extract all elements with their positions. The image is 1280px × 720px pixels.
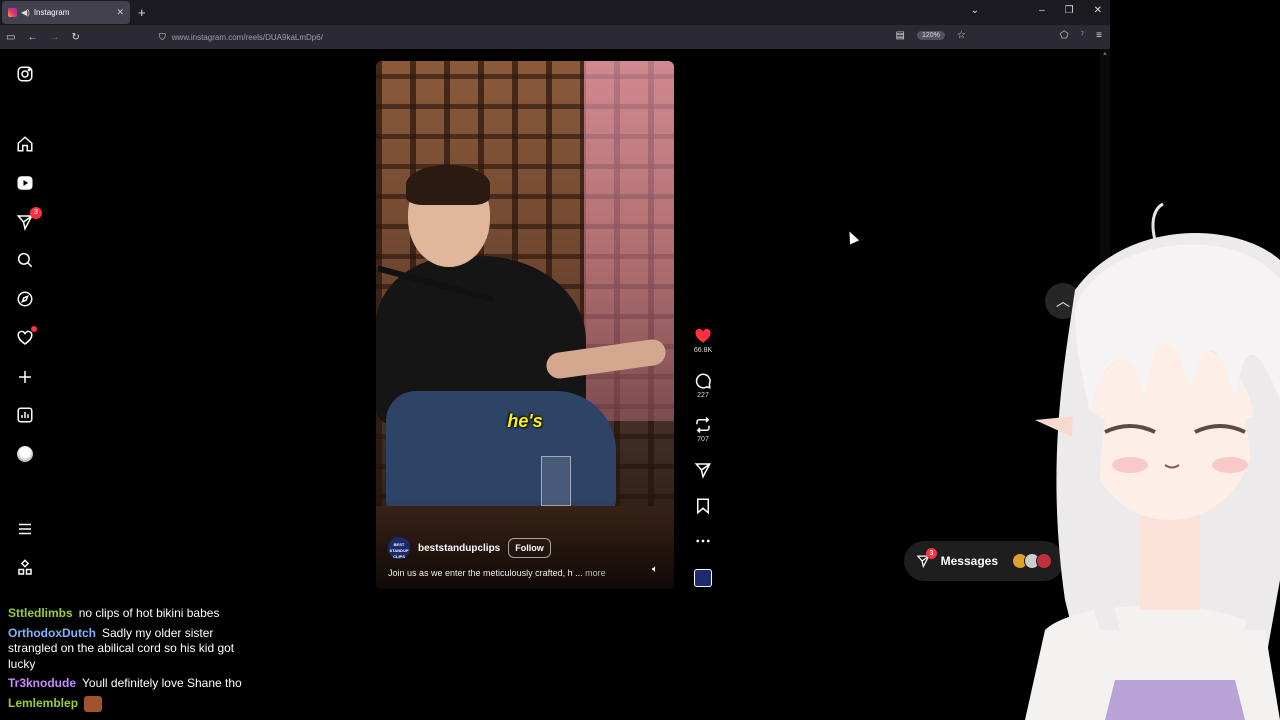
new-tab-button[interactable]: + — [138, 5, 146, 20]
video-person-jeans — [386, 391, 616, 511]
tab-list-icon[interactable]: ⌄ — [971, 5, 979, 16]
chat-emote — [84, 695, 103, 712]
search-icon[interactable] — [16, 251, 34, 269]
create-icon[interactable] — [16, 368, 34, 386]
heart-icon[interactable] — [694, 327, 712, 345]
chat-message: Lemlemblep — [8, 695, 248, 712]
account-avatar[interactable]: BEST STANDUP CLIPS — [388, 537, 410, 559]
tab-instagram[interactable]: ◀) Instagram ✕ — [2, 1, 130, 24]
save-action[interactable] — [690, 497, 716, 515]
chat-text: Youll definitely love Shane tho — [82, 676, 242, 690]
notifications-badge: 3 — [30, 207, 42, 219]
nav-right-tools: ▤ 120% ☆ ⬠ ⁷ ≡ — [896, 30, 1103, 41]
description-text: Join us as we enter the meticulously cra… — [388, 568, 583, 578]
reader-view-icon[interactable]: ▤ — [896, 30, 905, 41]
back-button[interactable]: ← — [27, 32, 37, 43]
reel-account: BEST STANDUP CLIPS beststandupclips Foll… — [388, 537, 551, 559]
messages-label: Messages — [940, 554, 998, 568]
repost-action[interactable]: 707 — [690, 416, 716, 443]
share-action[interactable] — [690, 461, 716, 479]
comment-count: 227 — [697, 392, 709, 399]
forward-button[interactable]: → — [49, 32, 59, 43]
tab-bar: ◀) Instagram ✕ + ⌄ – ❐ ✕ — [0, 0, 1110, 25]
direct-messages-icon[interactable]: 3 — [16, 207, 42, 231]
stream-frame: ◀) Instagram ✕ + ⌄ – ❐ ✕ ▭ ← → ↻ ⛉ www.i… — [0, 0, 1280, 720]
heart-activity-icon[interactable] — [16, 326, 37, 347]
reel-description: Join us as we enter the meticulously cra… — [388, 568, 606, 578]
like-count: 66.8K — [693, 347, 713, 354]
address-bar[interactable]: ⛉ www.instagram.com/reels/DUA9kaLmDp6/ — [155, 28, 970, 46]
vtuber-avatar — [1005, 200, 1280, 720]
site-info-icon[interactable]: ⛉ — [159, 32, 166, 43]
messages-badge: 3 — [926, 548, 937, 559]
menu-icon[interactable]: ≡ — [1096, 30, 1102, 41]
share-icon[interactable] — [694, 461, 712, 479]
browser-window: ◀) Instagram ✕ + ⌄ – ❐ ✕ ▭ ← → ↻ ⛉ www.i… — [0, 0, 1110, 600]
reel-video[interactable]: he's BEST STANDUP CLIPS beststandupclips… — [376, 61, 674, 589]
reload-button[interactable]: ↻ — [71, 32, 79, 43]
profile-avatar[interactable] — [16, 445, 34, 463]
scroll-up-icon[interactable]: ▲ — [1102, 51, 1108, 57]
instagram-sidebar: 3 — [0, 49, 50, 600]
comment-icon[interactable] — [694, 372, 712, 390]
repost-count: 707 — [697, 436, 709, 443]
url-text[interactable]: www.instagram.com/reels/DUA9kaLmDp6/ — [172, 33, 323, 42]
window-controls: ⌄ – ❐ ✕ — [971, 5, 1102, 16]
activity-dot — [31, 326, 37, 332]
stream-chat: Sttledlimbs no clips of hot bikini babes … — [8, 606, 248, 716]
audio-thumbnail[interactable] — [690, 569, 716, 587]
extension-icon[interactable]: ⁷ — [1081, 30, 1085, 41]
chat-username: OrthodoxDutch — [8, 625, 96, 640]
extensions-icon[interactable]: ⬠ — [1060, 30, 1069, 41]
comment-action[interactable]: 227 — [690, 372, 716, 399]
explore-icon[interactable] — [16, 290, 34, 308]
follow-button[interactable]: Follow — [508, 538, 551, 558]
zoom-level[interactable]: 120% — [916, 31, 945, 40]
chat-username: Lemlemblep — [8, 695, 79, 710]
tab-title: Instagram — [33, 8, 70, 17]
repost-icon[interactable] — [694, 416, 712, 434]
more-link[interactable]: more — [585, 568, 606, 578]
minimize-button[interactable]: – — [1039, 5, 1045, 16]
volume-icon[interactable]: 🔈︎ — [652, 564, 658, 575]
close-tab-icon[interactable]: ✕ — [116, 7, 124, 18]
reels-icon[interactable] — [16, 174, 34, 192]
chat-username: Tr3knodude — [8, 676, 77, 690]
chat-text: no clips of hot bikini babes — [78, 606, 220, 620]
chat-message: OrthodoxDutch Sadly my older sister stran… — [8, 626, 248, 673]
instagram-favicon-icon — [8, 8, 17, 17]
chat-username: Sttledlimbs — [8, 606, 73, 620]
video-caption: he's — [507, 411, 543, 431]
nav-bar: ▭ ← → ↻ ⛉ www.instagram.com/reels/DUA9ka… — [0, 25, 1110, 49]
account-name[interactable]: beststandupclips — [418, 543, 500, 554]
more-options-action[interactable] — [690, 532, 716, 550]
video-person-hair-top — [406, 165, 490, 205]
like-action[interactable]: 66.8K — [690, 327, 716, 354]
dashboard-icon[interactable] — [16, 406, 34, 424]
chat-message: Sttledlimbs no clips of hot bikini babes — [8, 606, 248, 622]
restore-button[interactable]: ❐ — [1065, 5, 1074, 16]
audio-playing-icon[interactable]: ◀) — [21, 8, 30, 17]
sidebar-toggle-icon[interactable]: ▭ — [6, 32, 15, 43]
more-options-icon[interactable] — [694, 532, 712, 550]
home-icon[interactable] — [16, 135, 34, 153]
apps-icon[interactable] — [16, 559, 34, 577]
bookmark-icon[interactable] — [694, 497, 712, 515]
close-window-button[interactable]: ✕ — [1094, 5, 1102, 16]
instagram-logo-icon[interactable] — [16, 65, 34, 83]
bookmark-star-icon[interactable]: ☆ — [957, 30, 966, 41]
chat-message: Tr3knodude Youll definitely love Shane th… — [8, 676, 248, 692]
audio-thumbnail-image — [694, 569, 712, 587]
more-menu-icon[interactable] — [16, 520, 34, 538]
